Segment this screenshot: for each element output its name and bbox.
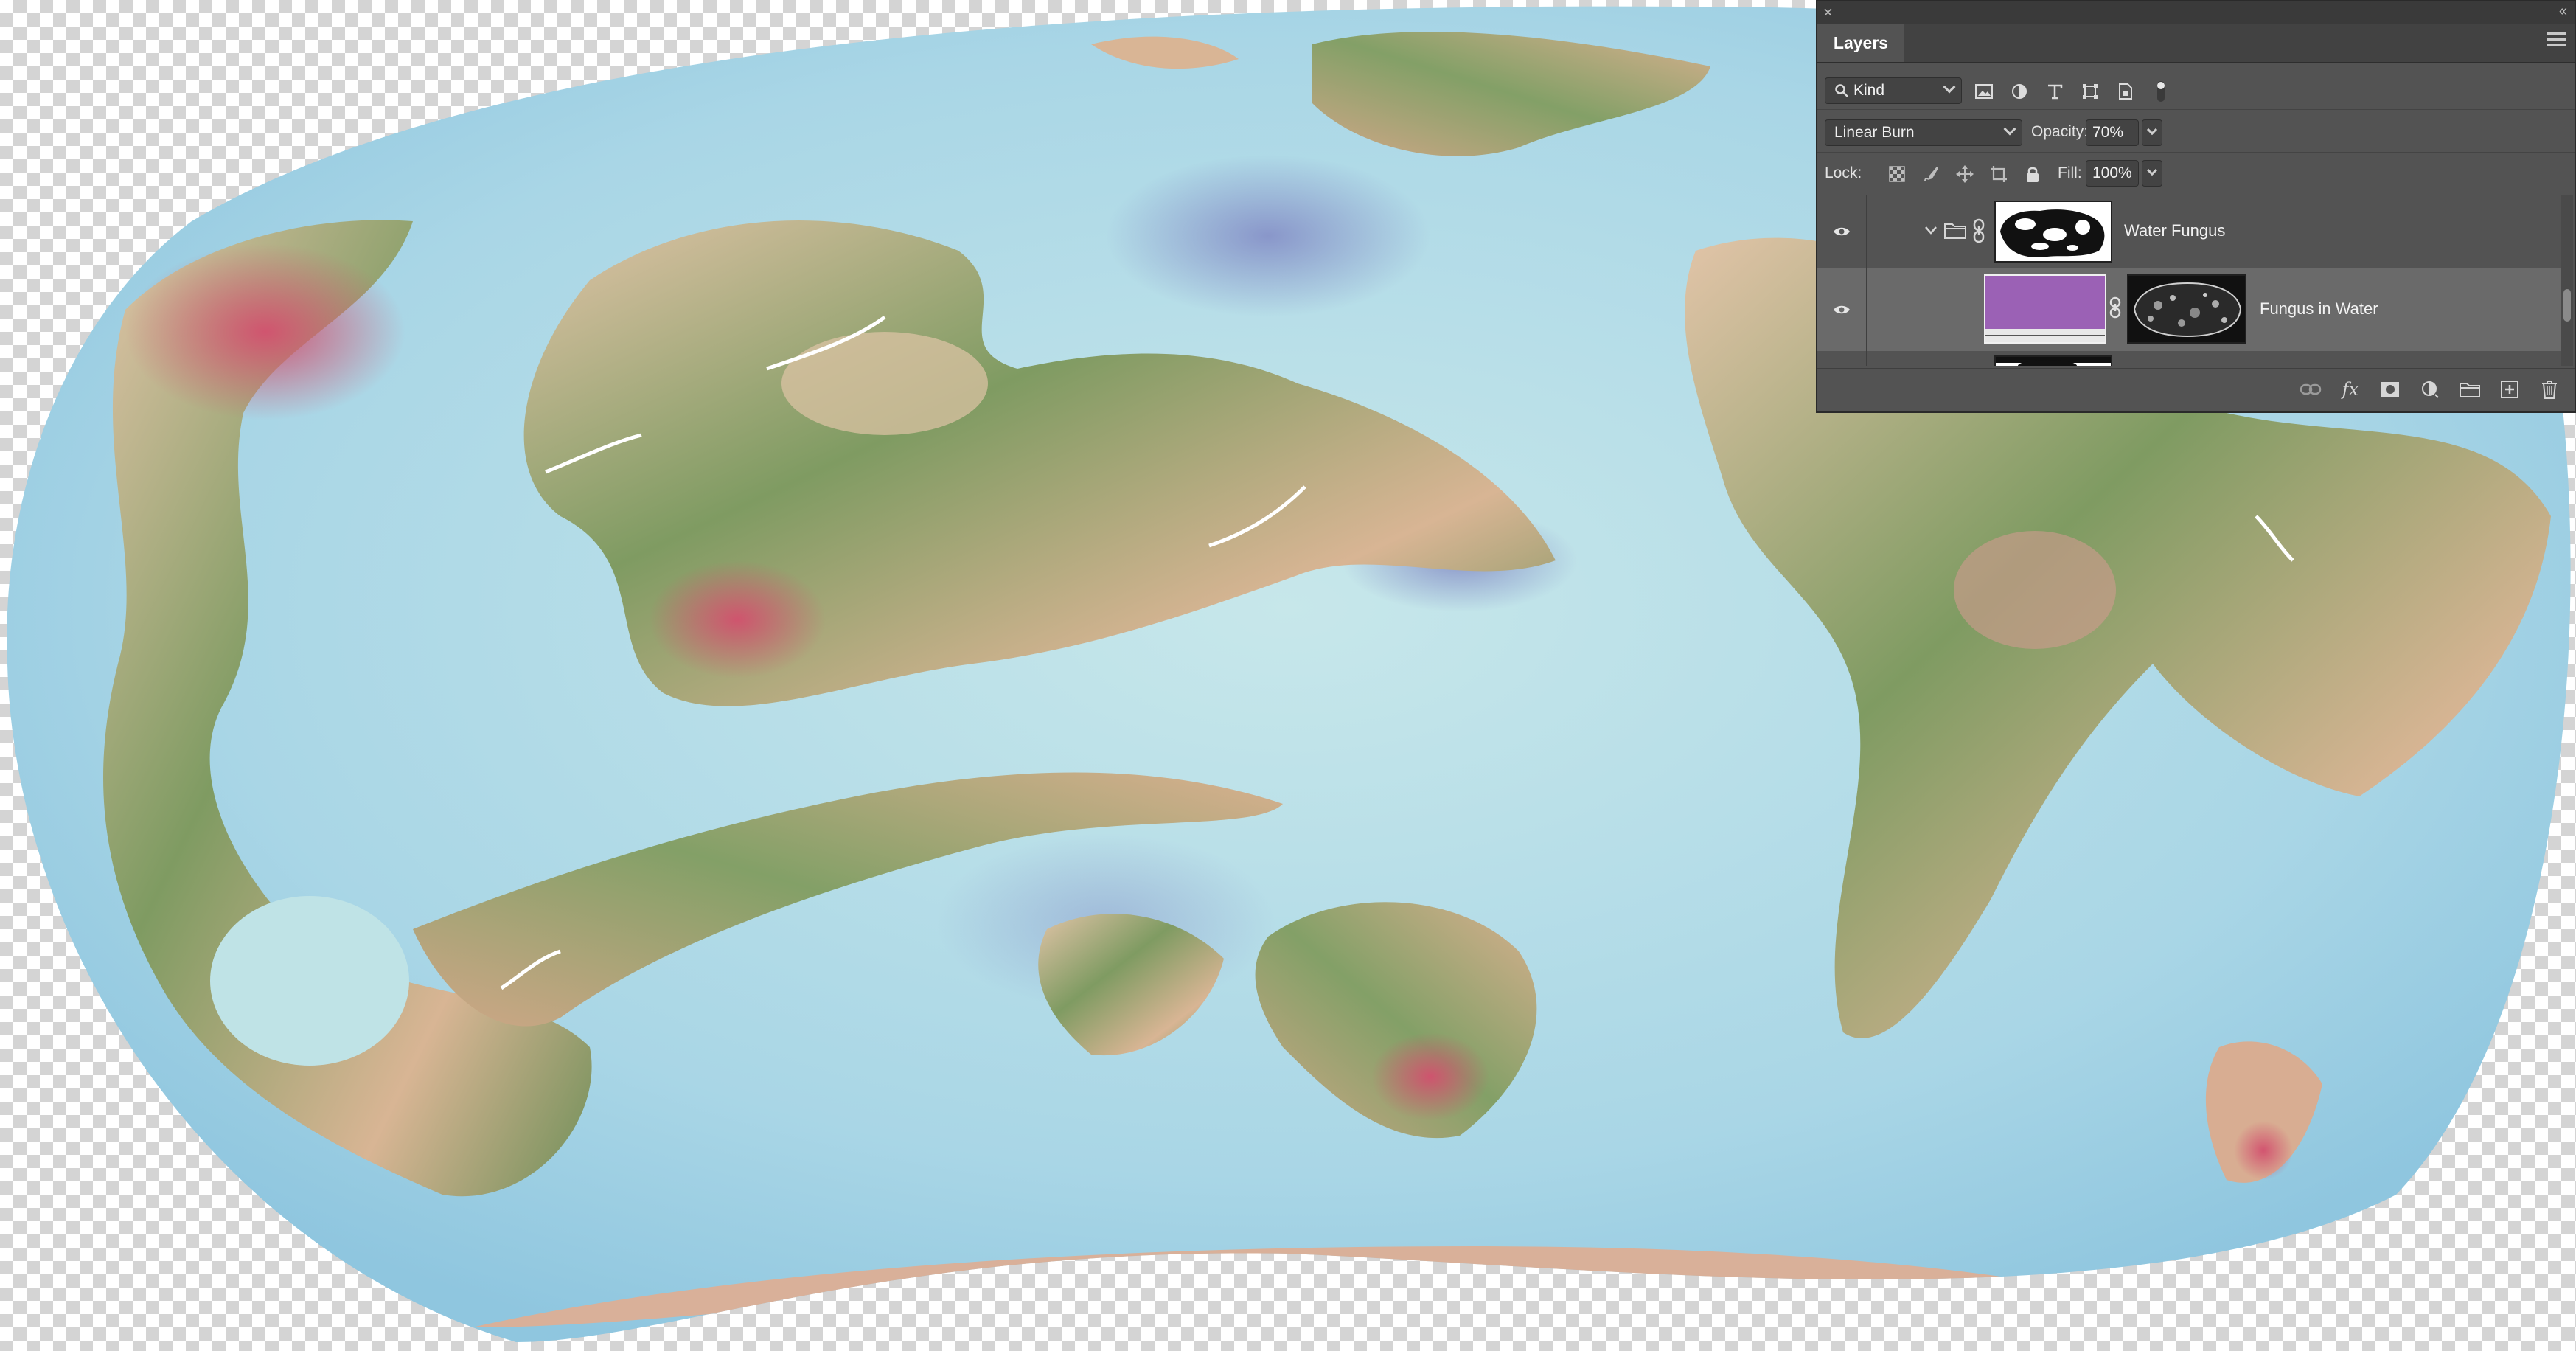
tab-layers[interactable]: Layers [1817,24,1904,62]
layer-list: Water Fungus Fungus in Water [1817,195,2575,366]
smart-object-filter-icon[interactable] [2114,80,2137,103]
blend-mode-select[interactable]: Linear Burn [1825,119,2022,146]
collapse-icon[interactable]: « [2559,3,2567,20]
filter-kind-value: Kind [1853,82,1885,99]
panel-titlebar[interactable]: × « [1817,1,2575,24]
shape-filter-icon[interactable] [2078,80,2102,103]
lock-all-icon[interactable] [2021,162,2044,186]
chevron-down-icon [2003,122,2016,136]
layers-panel: × « Layers Kind Linear Burn Opacity: 70%… [1816,0,2576,413]
lock-row: Lock: Fill: 100% [1817,155,2575,192]
chevron-down-icon[interactable] [1924,224,1938,236]
fill-label: Fill: [2058,164,2082,181]
lock-position-icon[interactable] [1953,162,1977,186]
new-group-icon[interactable] [2458,378,2482,401]
layer-row-next[interactable] [1817,351,2562,366]
fill-dropdown[interactable] [2142,160,2162,187]
layer-row-fungus-in-water[interactable]: Fungus in Water [1817,268,2562,352]
fill-thumbnail-line [1985,335,2105,336]
scrollbar-thumb[interactable] [2563,289,2571,322]
link-icon[interactable] [2109,296,2121,319]
lock-artboard-icon[interactable] [1987,162,2011,186]
eye-icon [1834,305,1850,314]
opacity-dropdown[interactable] [2142,119,2162,146]
mask-preview [1996,202,2111,261]
fill-value: 100% [2092,164,2132,181]
fx-icon[interactable]: fx [2339,378,2362,401]
delete-layer-icon[interactable] [2538,378,2561,401]
chevron-down-icon [2146,164,2158,176]
layer-name[interactable]: Fungus in Water [2260,299,2378,319]
link-icon[interactable] [1972,218,1985,243]
new-layer-icon[interactable] [2498,378,2521,401]
opacity-input[interactable]: 70% [2086,119,2139,146]
mask-preview [1996,357,2111,366]
blend-mode-value: Linear Burn [1834,124,1915,141]
next-layer-thumbnail[interactable] [1994,355,2112,366]
add-mask-icon[interactable] [2378,378,2402,401]
adjustment-layer-icon[interactable] [2418,378,2442,401]
mask-preview [2128,276,2245,342]
layers-scrollbar[interactable] [2561,195,2573,366]
layer-row-water-fungus[interactable]: Water Fungus [1817,195,2562,269]
panel-tabs: Layers [1817,24,2575,63]
eye-icon [1834,227,1850,236]
image-filter-icon[interactable] [1972,80,1996,103]
filter-kind-select[interactable]: Kind [1825,77,1962,104]
chevron-down-icon [2146,124,2158,136]
adjustment-filter-icon[interactable] [2008,80,2031,103]
fill-input[interactable]: 100% [2086,160,2139,187]
fill-layer-thumbnail[interactable] [1984,274,2106,344]
lock-image-icon[interactable] [1919,162,1943,186]
group-mask-thumbnail[interactable] [1994,201,2112,263]
visibility-toggle[interactable] [1817,268,1867,351]
panel-footer: fx [1817,368,2575,411]
opacity-value: 70% [2092,124,2124,141]
filter-row: Kind [1817,72,2575,110]
visibility-toggle[interactable] [1817,351,1867,366]
link-layers-icon[interactable] [2299,378,2322,401]
filter-toggle-icon[interactable] [2149,80,2173,103]
type-filter-icon[interactable] [2043,80,2067,103]
chevron-down-icon [1943,80,1956,94]
folder-icon [1944,223,1966,239]
lock-label: Lock: [1825,164,1862,181]
opacity-label: Opacity: [2031,123,2089,140]
lock-transparent-icon[interactable] [1885,162,1909,186]
search-icon [1835,84,1848,97]
blend-row: Linear Burn Opacity: 70% [1817,114,2575,153]
layer-mask-thumbnail[interactable] [2127,274,2246,344]
close-icon[interactable]: × [1823,3,1833,22]
panel-menu-icon[interactable] [2547,32,2566,49]
visibility-toggle[interactable] [1817,195,1867,268]
layer-name[interactable]: Water Fungus [2124,221,2225,240]
